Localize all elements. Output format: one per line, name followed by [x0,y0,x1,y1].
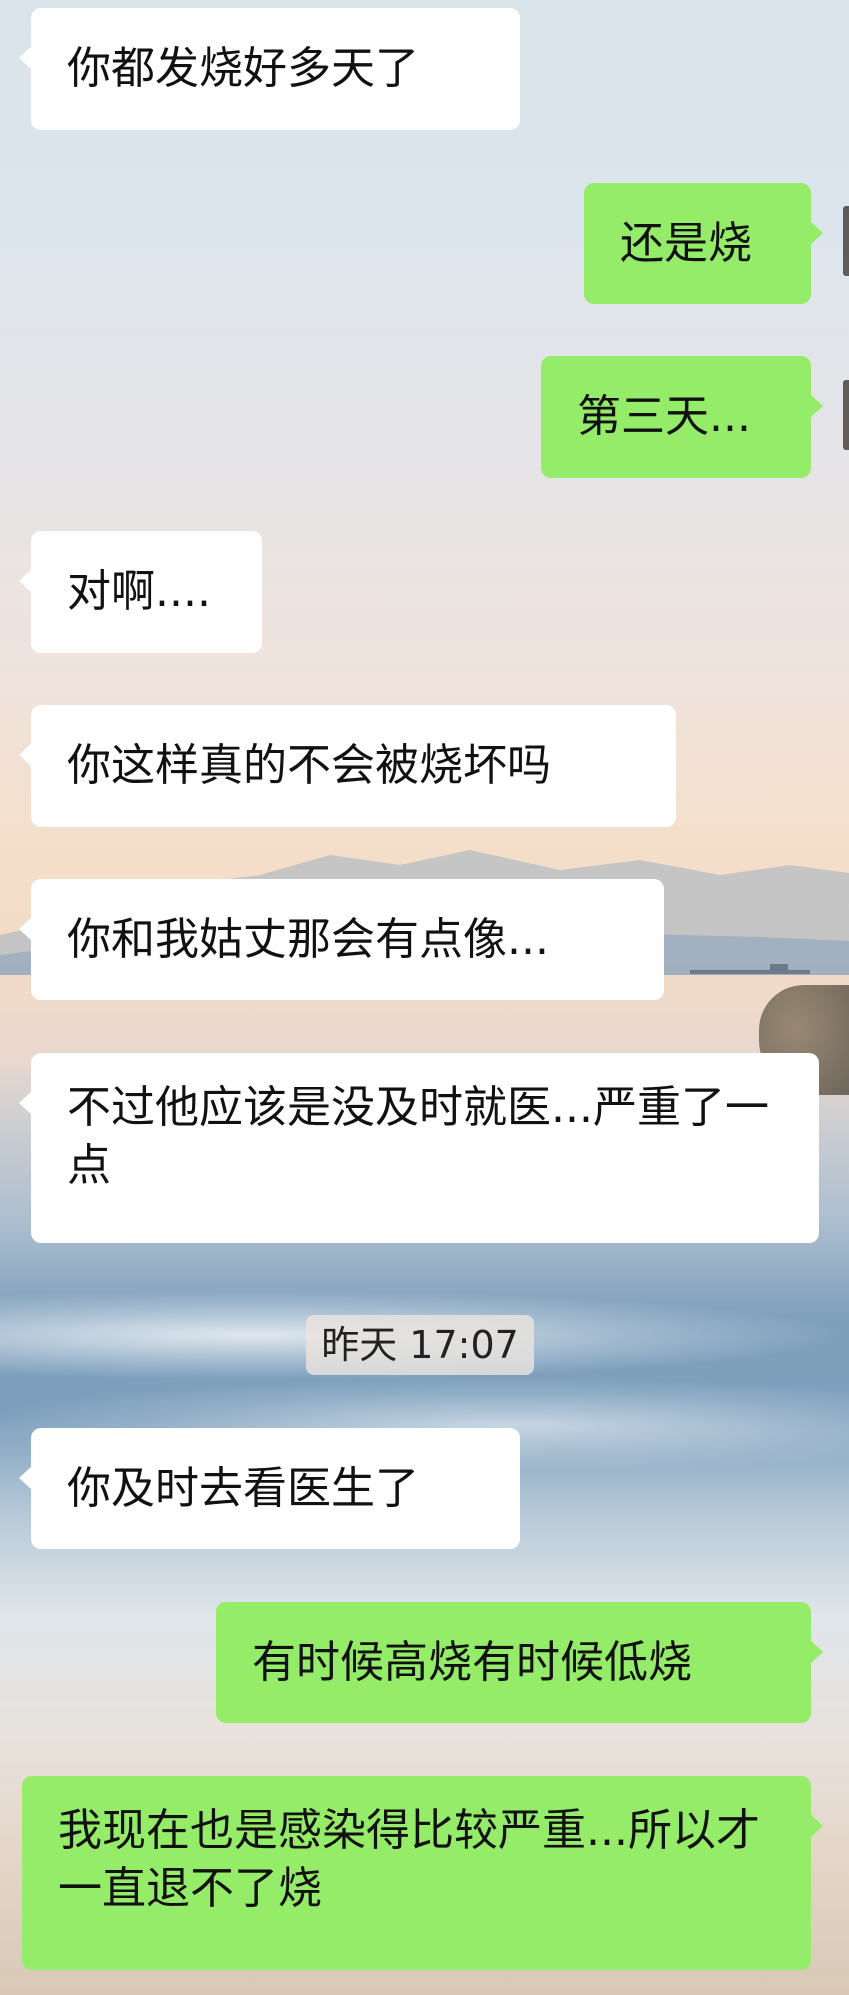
message-bubble-incoming[interactable]: 你这样真的不会被烧坏吗 [31,705,676,827]
message-bubble-outgoing[interactable]: 第三天... [541,356,811,478]
message-bubble-outgoing[interactable]: 有时候高烧有时候低烧 [216,1602,811,1723]
message-bubble-incoming[interactable]: 不过他应该是没及时就医...严重了一点 [31,1053,819,1243]
message-bubble-incoming[interactable]: 你及时去看医生了 [31,1428,520,1549]
self-avatar[interactable] [843,206,849,276]
message-bubble-incoming[interactable]: 对啊.... [31,531,262,653]
message-bubble-incoming[interactable]: 你都发烧好多天了 [31,8,520,130]
self-avatar[interactable] [843,380,849,450]
message-bubble-incoming[interactable]: 你和我姑丈那会有点像... [31,879,664,1000]
background-ship [690,964,810,974]
chat-timestamp: 昨天 17:07 [306,1315,534,1375]
chat-screen[interactable]: 你都发烧好多天了 还是烧 第三天... 对啊.... 你这样真的不会被烧坏吗 你… [0,0,849,1995]
message-bubble-outgoing[interactable]: 还是烧 [584,183,811,304]
message-bubble-outgoing[interactable]: 我现在也是感染得比较严重...所以才一直退不了烧 [22,1776,811,1970]
